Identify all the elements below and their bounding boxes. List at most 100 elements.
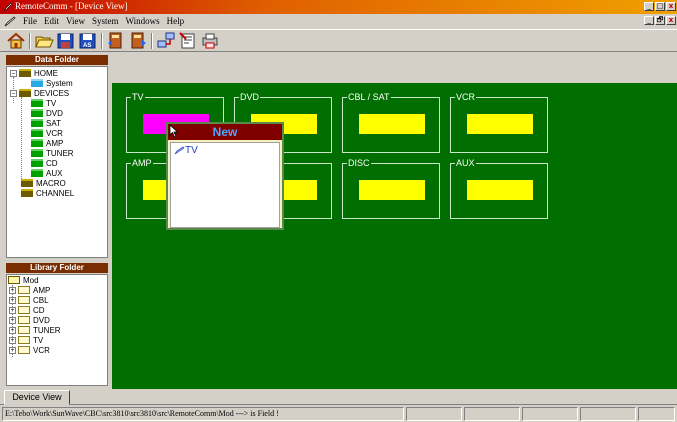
folder-green-icon <box>31 99 43 107</box>
folder-icon <box>18 296 30 304</box>
status-pane-5 <box>580 407 636 421</box>
tree-item-label: DVD <box>46 108 63 118</box>
device-slot-disc[interactable] <box>359 180 425 200</box>
open-folder-icon[interactable] <box>34 31 54 51</box>
tree-item-lib-cbl[interactable]: + CBL <box>9 295 49 305</box>
app-pen-icon <box>3 2 13 12</box>
tree-item-lib-dvd[interactable]: + DVD <box>9 315 50 325</box>
toolbar-separator <box>151 33 153 49</box>
tree-item-lib-vcr[interactable]: + VCR <box>9 345 50 355</box>
expand-icon[interactable]: + <box>9 316 16 324</box>
tree-item-mod[interactable]: Mod <box>8 275 39 285</box>
device-group-label: AUX <box>455 158 476 168</box>
device-group-label: DISC <box>347 158 371 168</box>
tree-item-dvd[interactable]: DVD <box>31 108 63 118</box>
menu-edit[interactable]: Edit <box>44 16 59 26</box>
save-icon[interactable] <box>56 31 76 51</box>
tree-item-tv[interactable]: TV <box>31 98 56 108</box>
title-bar: RemoteComm - [Device View] _ □ x <box>0 0 677 14</box>
tree-item-label: TV <box>33 335 44 345</box>
menu-system[interactable]: System <box>92 16 119 26</box>
expand-icon[interactable]: + <box>9 326 16 334</box>
tree-item-home[interactable]: − HOME <box>10 68 58 78</box>
network-icon[interactable] <box>156 31 176 51</box>
close-button[interactable]: x <box>666 2 676 11</box>
menu-file[interactable]: File <box>23 16 37 26</box>
toolbar-separator <box>29 33 31 49</box>
tree-item-label: AMP <box>33 285 51 295</box>
save-as-icon[interactable]: AS <box>78 31 98 51</box>
device-group-label: DVD <box>239 92 261 102</box>
export-icon[interactable] <box>178 31 198 51</box>
tree-item-amp[interactable]: AMP <box>31 138 63 148</box>
tree-item-label: CD <box>46 158 58 168</box>
tree-item-devices[interactable]: − DEVICES <box>10 88 69 98</box>
status-pane-6 <box>638 407 675 421</box>
folder-green-icon <box>31 169 43 177</box>
status-bar: E:\Tebo\Work\SunWave\CBC\src3810\src3810… <box>0 406 677 422</box>
doc-restore-button[interactable]: 🗗 <box>655 16 665 25</box>
tree-item-sat[interactable]: SAT <box>31 118 61 128</box>
maximize-button[interactable]: □ <box>655 2 665 11</box>
folder-icon <box>18 346 30 354</box>
tree-item-label: DEVICES <box>34 88 70 98</box>
device-group-label: AMP <box>131 158 153 168</box>
book-close-icon[interactable] <box>128 31 148 51</box>
tree-item-label: TUNER <box>46 148 74 158</box>
home-icon[interactable] <box>6 31 26 51</box>
device-slot-aux[interactable] <box>467 180 533 200</box>
doc-minimize-button[interactable]: _ <box>644 16 654 25</box>
library-folder-tree: Mod + AMP + CBL + CD + DVD + TUNER + TV … <box>6 274 108 386</box>
folder-green-icon <box>31 159 43 167</box>
tree-item-label: DVD <box>33 315 50 325</box>
tree-item-tuner[interactable]: TUNER <box>31 148 74 158</box>
expand-icon[interactable]: + <box>9 296 16 304</box>
tree-item-label: CBL <box>33 295 49 305</box>
expand-icon[interactable]: + <box>9 286 16 294</box>
device-group-label: VCR <box>455 92 477 102</box>
print-icon[interactable] <box>200 31 220 51</box>
device-slot-vcr[interactable] <box>467 114 533 134</box>
tree-item-channel[interactable]: CHANNEL <box>21 188 74 198</box>
device-slot-cbl-sat[interactable] <box>359 114 425 134</box>
window-title: RemoteComm - [Device View] <box>15 1 128 11</box>
doc-close-button[interactable]: x <box>666 16 676 25</box>
popup-item-tv[interactable]: TV <box>174 145 198 156</box>
tree-item-label: AUX <box>46 168 63 178</box>
tree-item-label: CHANNEL <box>36 188 75 198</box>
document-controls: _ 🗗 x <box>644 16 676 25</box>
book-open-icon[interactable] <box>106 31 126 51</box>
tree-item-lib-tv[interactable]: + TV <box>9 335 43 345</box>
folder-green-icon <box>31 149 43 157</box>
tree-item-vcr[interactable]: VCR <box>31 128 63 138</box>
svg-text:AS: AS <box>83 43 91 49</box>
tree-item-lib-tuner[interactable]: + TUNER <box>9 325 61 335</box>
tab-device-view[interactable]: Device View <box>4 390 70 405</box>
folder-icon <box>19 89 31 97</box>
expand-icon[interactable]: + <box>9 306 16 314</box>
expand-icon[interactable]: + <box>9 346 16 354</box>
device-group-disc: DISC <box>342 158 440 219</box>
tree-item-cd[interactable]: CD <box>31 158 58 168</box>
tree-item-macro[interactable]: MACRO <box>21 178 66 188</box>
tree-item-lib-cd[interactable]: + CD <box>9 305 45 315</box>
tree-item-aux[interactable]: AUX <box>31 168 62 178</box>
collapse-icon[interactable]: − <box>10 69 17 77</box>
status-pane-3 <box>464 407 520 421</box>
tree-item-system[interactable]: System <box>31 78 73 88</box>
menu-windows[interactable]: Windows <box>126 16 160 26</box>
tree-item-lib-amp[interactable]: + AMP <box>9 285 50 295</box>
folder-green-icon <box>31 109 43 117</box>
folder-cyan-icon <box>31 79 43 87</box>
expand-icon[interactable]: + <box>9 336 16 344</box>
collapse-icon[interactable]: − <box>10 89 17 97</box>
folder-icon <box>18 286 30 294</box>
menu-help[interactable]: Help <box>167 16 185 26</box>
menu-view[interactable]: View <box>66 16 85 26</box>
folder-icon <box>21 179 33 187</box>
device-group-aux: AUX <box>450 158 548 219</box>
device-group-label: CBL / SAT <box>347 92 391 102</box>
pen-icon <box>4 16 16 26</box>
library-folder-header: Library Folder <box>6 263 108 273</box>
minimize-button[interactable]: _ <box>644 2 654 11</box>
